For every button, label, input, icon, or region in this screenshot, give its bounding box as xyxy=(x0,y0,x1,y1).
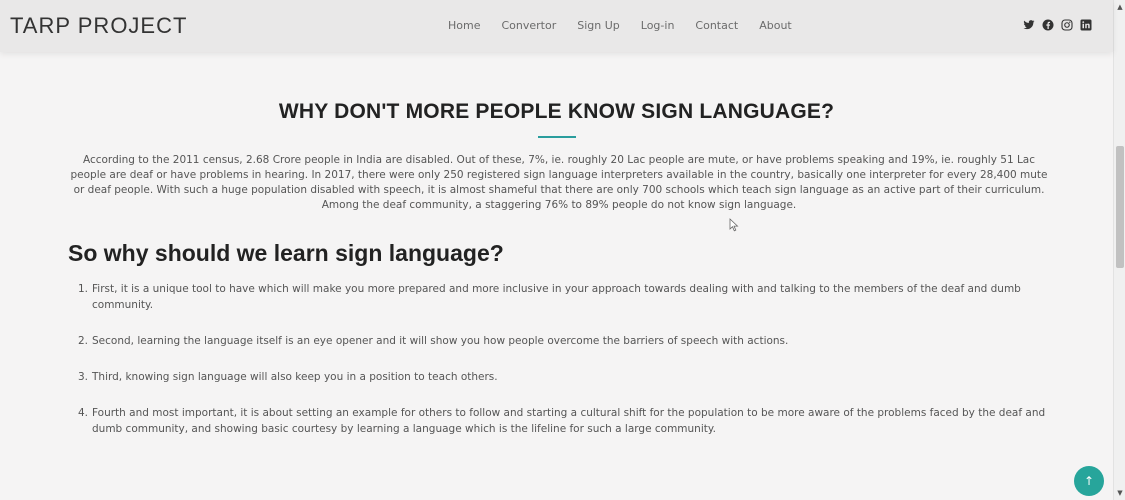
list-number: 4. xyxy=(78,407,89,419)
intro-paragraph: According to the 2011 census, 2.68 Crore… xyxy=(70,154,1048,211)
list-item: 2. Second, learning the language itself … xyxy=(78,333,1053,349)
reasons-list: 1. First, it is a unique tool to have wh… xyxy=(78,281,1053,457)
nav-convertor[interactable]: Convertor xyxy=(501,19,556,32)
scroll-down-arrow-icon[interactable]: ▼ xyxy=(1114,486,1125,500)
list-text: Third, knowing sign language will also k… xyxy=(92,371,498,383)
list-item: 4. Fourth and most important, it is abou… xyxy=(78,405,1053,437)
list-number: 2. xyxy=(78,335,89,347)
header: TARP PROJECT Home Convertor Sign Up Log-… xyxy=(0,0,1113,52)
list-text: Fourth and most important, it is about s… xyxy=(92,407,1046,435)
list-item: 3. Third, knowing sign language will als… xyxy=(78,369,1053,385)
list-text: First, it is a unique tool to have which… xyxy=(92,283,1021,311)
title-underline xyxy=(538,136,576,138)
list-text: Second, learning the language itself is … xyxy=(92,335,789,347)
arrow-up-icon: ↑ xyxy=(1083,474,1095,488)
page-scrollbar[interactable]: ▲ ▼ xyxy=(1113,0,1125,500)
site-logo[interactable]: TARP PROJECT xyxy=(10,13,187,39)
back-to-top-button[interactable]: ↑ xyxy=(1074,466,1104,496)
facebook-icon[interactable] xyxy=(1041,18,1054,31)
nav-about[interactable]: About xyxy=(759,19,792,32)
list-number: 1. xyxy=(78,283,89,295)
mouse-cursor-icon xyxy=(729,218,739,232)
list-item: 1. First, it is a unique tool to have wh… xyxy=(78,281,1053,313)
linkedin-icon[interactable] xyxy=(1079,18,1092,31)
nav-log-in[interactable]: Log-in xyxy=(641,19,675,32)
section-title: WHY DON'T MORE PEOPLE KNOW SIGN LANGUAGE… xyxy=(278,100,835,123)
twitter-icon[interactable] xyxy=(1022,18,1035,31)
instagram-icon[interactable] xyxy=(1060,18,1073,31)
list-number: 3. xyxy=(78,371,89,383)
scroll-thumb[interactable] xyxy=(1116,146,1124,268)
scroll-up-arrow-icon[interactable]: ▲ xyxy=(1114,0,1125,14)
subsection-title: So why should we learn sign language? xyxy=(68,240,504,266)
nav-sign-up[interactable]: Sign Up xyxy=(577,19,620,32)
nav-home[interactable]: Home xyxy=(448,19,480,32)
nav-contact[interactable]: Contact xyxy=(695,19,738,32)
social-links xyxy=(1022,18,1092,31)
main-nav: Home Convertor Sign Up Log-in Contact Ab… xyxy=(448,19,792,32)
